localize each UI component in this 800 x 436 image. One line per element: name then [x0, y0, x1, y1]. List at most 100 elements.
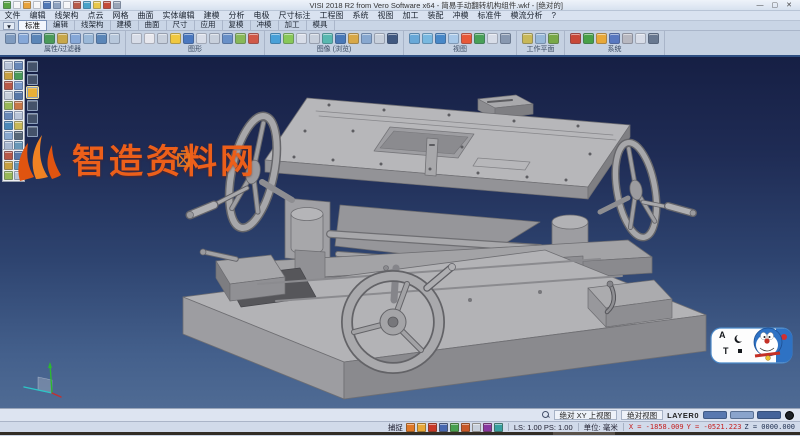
palette-tool-icon[interactable] — [4, 151, 13, 160]
palette-tool-icon[interactable] — [4, 61, 13, 70]
maximize-button[interactable]: ▢ — [772, 1, 779, 10]
menu-item[interactable]: ? — [547, 11, 560, 20]
ribbon-icon[interactable] — [70, 33, 81, 44]
snap-toggle-icon[interactable] — [450, 423, 459, 432]
ribbon-icon[interactable] — [361, 33, 372, 44]
ribbon-icon[interactable] — [500, 33, 511, 44]
toolbar-collapse-button[interactable]: ▾ — [3, 22, 15, 30]
palette-tool-icon[interactable] — [14, 81, 23, 90]
palette-tool-icon[interactable] — [4, 161, 13, 170]
toolbar-tab[interactable]: 冲模 — [251, 20, 279, 31]
palette-tool-icon[interactable] — [4, 111, 13, 120]
palette-tool-icon[interactable] — [14, 151, 23, 160]
viewport-3d[interactable]: 智造资料网 — [0, 57, 800, 408]
quick-access-icon[interactable] — [103, 1, 111, 9]
palette-tool-icon[interactable] — [14, 71, 23, 80]
ribbon-icon[interactable] — [131, 33, 142, 44]
status-block-button[interactable] — [757, 411, 781, 419]
ribbon-icon[interactable] — [222, 33, 233, 44]
ribbon-icon[interactable] — [461, 33, 472, 44]
ribbon-icon[interactable] — [622, 33, 633, 44]
snap-toggle-icon[interactable] — [483, 423, 492, 432]
quick-access-icon[interactable] — [43, 1, 51, 9]
ribbon-icon[interactable] — [157, 33, 168, 44]
ribbon-icon[interactable] — [448, 33, 459, 44]
ribbon-icon[interactable] — [183, 33, 194, 44]
toolbar-tab[interactable]: 应用 — [195, 20, 223, 31]
toolbar-tab[interactable]: 复模 — [223, 20, 251, 31]
dock-tool-icon[interactable] — [27, 87, 38, 98]
ribbon-icon[interactable] — [374, 33, 385, 44]
palette-tool-icon[interactable] — [14, 161, 23, 170]
palette-tool-icon[interactable] — [4, 131, 13, 140]
palette-tool-icon[interactable] — [14, 121, 23, 130]
palette-tool-icon[interactable] — [4, 171, 13, 180]
ribbon-icon[interactable] — [270, 33, 281, 44]
ribbon-icon[interactable] — [387, 33, 398, 44]
snap-toggle-icon[interactable] — [439, 423, 448, 432]
menu-item[interactable]: 冲模 — [448, 10, 473, 21]
ribbon-icon[interactable] — [44, 33, 55, 44]
toolbar-tab[interactable]: 建模 — [111, 20, 139, 31]
toolbar-tab[interactable]: 线架构 — [75, 20, 111, 31]
ribbon-icon[interactable] — [5, 33, 16, 44]
ribbon-icon[interactable] — [18, 33, 29, 44]
menu-item[interactable]: 加工 — [398, 10, 423, 21]
snap-toggle-icon[interactable] — [417, 423, 426, 432]
ribbon-icon[interactable] — [170, 33, 181, 44]
ribbon-icon[interactable] — [422, 33, 433, 44]
palette-tool-icon[interactable] — [14, 91, 23, 100]
palette-tool-icon[interactable] — [4, 101, 13, 110]
menu-item[interactable]: 装配 — [423, 10, 448, 21]
ribbon-icon[interactable] — [31, 33, 42, 44]
quick-access-icon[interactable] — [33, 1, 41, 9]
ribbon-icon[interactable] — [209, 33, 220, 44]
ribbon-icon[interactable] — [474, 33, 485, 44]
ribbon-icon[interactable] — [83, 33, 94, 44]
layer-field[interactable]: LAYER0 — [667, 411, 699, 420]
status-block-button[interactable] — [730, 411, 754, 419]
ribbon-icon[interactable] — [435, 33, 446, 44]
quick-access-icon[interactable] — [3, 1, 11, 9]
ribbon-icon[interactable] — [248, 33, 259, 44]
palette-tool-icon[interactable] — [14, 111, 23, 120]
dock-tool-icon[interactable] — [27, 113, 38, 124]
ribbon-icon[interactable] — [196, 33, 207, 44]
snap-toggle-icon[interactable] — [461, 423, 470, 432]
palette-tool-icon[interactable] — [14, 101, 23, 110]
menu-item[interactable]: 标准件 — [473, 10, 506, 21]
ribbon-icon[interactable] — [635, 33, 646, 44]
ribbon-icon[interactable] — [283, 33, 294, 44]
ribbon-icon[interactable] — [322, 33, 333, 44]
view-mode-field[interactable]: 绝对视图 — [621, 410, 663, 420]
snap-toggle-icon[interactable] — [472, 423, 481, 432]
ribbon-icon[interactable] — [96, 33, 107, 44]
snap-toggle-icon[interactable] — [428, 423, 437, 432]
palette-tool-icon[interactable] — [14, 131, 23, 140]
ribbon-icon[interactable] — [348, 33, 359, 44]
close-button[interactable]: ✕ — [786, 1, 792, 10]
palette-tool-icon[interactable] — [14, 61, 23, 70]
toolbar-tab[interactable]: 模具 — [307, 20, 335, 31]
ribbon-icon[interactable] — [570, 33, 581, 44]
ribbon-icon[interactable] — [487, 33, 498, 44]
quick-access-icon[interactable] — [113, 1, 121, 9]
ribbon-icon[interactable] — [109, 33, 120, 44]
quick-access-icon[interactable] — [53, 1, 61, 9]
ribbon-icon[interactable] — [235, 33, 246, 44]
minimize-button[interactable]: — — [757, 1, 764, 10]
dock-tool-icon[interactable] — [27, 61, 38, 72]
ribbon-icon[interactable] — [648, 33, 659, 44]
menu-item[interactable]: 模流分析 — [506, 10, 547, 21]
quick-access-icon[interactable] — [93, 1, 101, 9]
ribbon-icon[interactable] — [535, 33, 546, 44]
menu-item[interactable]: 系统 — [348, 10, 373, 21]
active-view-field[interactable]: 绝对 XY 上视图 — [554, 410, 618, 420]
dock-tool-icon[interactable] — [27, 74, 38, 85]
ribbon-icon[interactable] — [609, 33, 620, 44]
quick-access-icon[interactable] — [73, 1, 81, 9]
ribbon-icon[interactable] — [335, 33, 346, 44]
ribbon-icon[interactable] — [409, 33, 420, 44]
ribbon-icon[interactable] — [522, 33, 533, 44]
toolbar-tab[interactable]: 加工 — [279, 20, 307, 31]
